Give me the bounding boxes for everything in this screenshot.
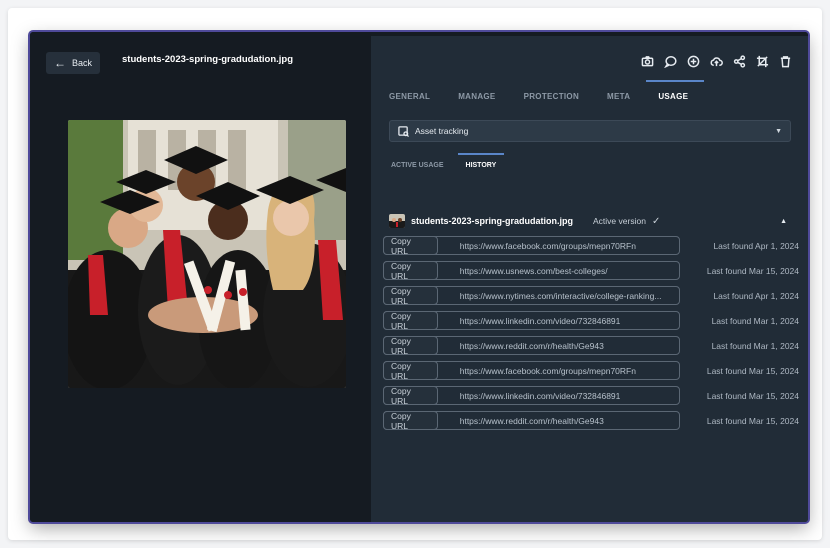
asset-preview-image (68, 120, 346, 388)
copy-url-button[interactable]: Copy URL (383, 361, 438, 381)
last-found-date: Last found Mar 15, 2024 (706, 415, 799, 426)
version-file-name: students-2023-spring-gradudation.jpg (411, 216, 574, 226)
usage-url[interactable]: https://www.nytimes.com/interactive/coll… (460, 291, 679, 301)
url-field: Copy URL https://www.nytimes.com/interac… (383, 286, 680, 306)
asset-tracking-icon (398, 125, 409, 137)
list-item: Copy URL https://www.facebook.com/groups… (383, 236, 799, 256)
tab-meta[interactable]: META (607, 92, 644, 101)
subtab-history[interactable]: HISTORY (457, 153, 504, 169)
back-label: Back (71, 58, 92, 68)
version-status: Active version (593, 216, 646, 226)
add-circle-icon[interactable] (687, 55, 700, 68)
last-found-date: Last found Mar 15, 2024 (706, 365, 799, 376)
comment-icon[interactable] (664, 55, 677, 68)
share-icon[interactable] (733, 55, 746, 68)
usage-subtabs: ACTIVE USAGE HISTORY (391, 153, 504, 169)
asset-detail-window: ← Back students-2023-spring-gradudation.… (30, 32, 808, 522)
usage-type-select[interactable]: Asset tracking ▼ (389, 120, 791, 142)
usage-url[interactable]: https://www.usnews.com/best-colleges/ (460, 266, 679, 276)
usage-url[interactable]: https://www.facebook.com/groups/mepn70RF… (460, 241, 679, 251)
tab-protection[interactable]: PROTECTION (524, 92, 593, 101)
tab-manage[interactable]: MANAGE (458, 92, 509, 101)
copy-url-button[interactable]: Copy URL (383, 411, 438, 431)
list-item: Copy URL https://www.reddit.com/r/health… (383, 411, 799, 431)
version-header: students-2023-spring-gradudation.jpg Act… (389, 212, 791, 230)
usage-url[interactable]: https://www.linkedin.com/video/732846891 (460, 391, 679, 401)
trash-icon[interactable] (779, 55, 792, 68)
usage-url[interactable]: https://www.linkedin.com/video/732846891 (460, 316, 679, 326)
url-field: Copy URL https://www.facebook.com/groups… (383, 236, 680, 256)
graduation-photo (68, 120, 346, 388)
list-item: Copy URL https://www.linkedin.com/video/… (383, 386, 799, 406)
chevron-up-icon[interactable]: ▲ (780, 218, 787, 225)
copy-url-button[interactable]: Copy URL (383, 336, 438, 356)
url-field: Copy URL https://www.facebook.com/groups… (383, 361, 680, 381)
usage-url[interactable]: https://www.facebook.com/groups/mepn70RF… (460, 366, 679, 376)
list-item: Copy URL https://www.nytimes.com/interac… (383, 286, 799, 306)
url-field: Copy URL https://www.linkedin.com/video/… (383, 311, 680, 331)
top-divider (371, 32, 808, 36)
url-field: Copy URL https://www.usnews.com/best-col… (383, 261, 680, 281)
list-item: Copy URL https://www.reddit.com/r/health… (383, 336, 799, 356)
cloud-upload-icon[interactable] (710, 55, 723, 68)
check-icon: ✓ (651, 215, 661, 227)
usage-type-value: Asset tracking (415, 126, 469, 136)
preview-pane: ← Back students-2023-spring-gradudation.… (30, 32, 371, 522)
chevron-down-icon: ▼ (775, 127, 782, 135)
detail-tabs: GENERAL MANAGE PROTECTION META USAGE (389, 80, 716, 101)
last-found-date: Last found Apr 1, 2024 (713, 240, 799, 251)
copy-url-button[interactable]: Copy URL (383, 236, 438, 256)
file-title: students-2023-spring-gradudation.jpg (122, 54, 294, 65)
details-pane: GENERAL MANAGE PROTECTION META USAGE Ass… (371, 32, 808, 522)
crop-icon[interactable] (756, 55, 769, 68)
last-found-date: Last found Mar 1, 2024 (711, 340, 799, 351)
version-thumbnail (389, 214, 405, 228)
arrow-left-icon: ← (53, 56, 66, 70)
last-found-date: Last found Apr 1, 2024 (713, 290, 799, 301)
tab-usage[interactable]: USAGE (646, 80, 705, 101)
copy-url-button[interactable]: Copy URL (383, 261, 438, 281)
camera-icon[interactable] (641, 55, 654, 68)
usage-url[interactable]: https://www.reddit.com/r/health/Ge943 (460, 416, 679, 426)
copy-url-button[interactable]: Copy URL (383, 311, 438, 331)
back-button[interactable]: ← Back (46, 52, 100, 74)
list-item: Copy URL https://www.facebook.com/groups… (383, 361, 799, 381)
last-found-date: Last found Mar 1, 2024 (711, 315, 799, 326)
list-item: Copy URL https://www.linkedin.com/video/… (383, 311, 799, 331)
subtab-active-usage[interactable]: ACTIVE USAGE (391, 162, 444, 169)
tab-general[interactable]: GENERAL (389, 92, 444, 101)
last-found-date: Last found Mar 15, 2024 (706, 390, 799, 401)
copy-url-button[interactable]: Copy URL (383, 386, 438, 406)
copy-url-button[interactable]: Copy URL (383, 286, 438, 306)
last-found-date: Last found Mar 15, 2024 (706, 265, 799, 276)
usage-url[interactable]: https://www.reddit.com/r/health/Ge943 (460, 341, 679, 351)
action-toolbar (641, 55, 792, 68)
usage-history-list: Copy URL https://www.facebook.com/groups… (383, 236, 799, 436)
url-field: Copy URL https://www.reddit.com/r/health… (383, 336, 680, 356)
url-field: Copy URL https://www.reddit.com/r/health… (383, 411, 680, 431)
list-item: Copy URL https://www.usnews.com/best-col… (383, 261, 799, 281)
url-field: Copy URL https://www.linkedin.com/video/… (383, 386, 680, 406)
